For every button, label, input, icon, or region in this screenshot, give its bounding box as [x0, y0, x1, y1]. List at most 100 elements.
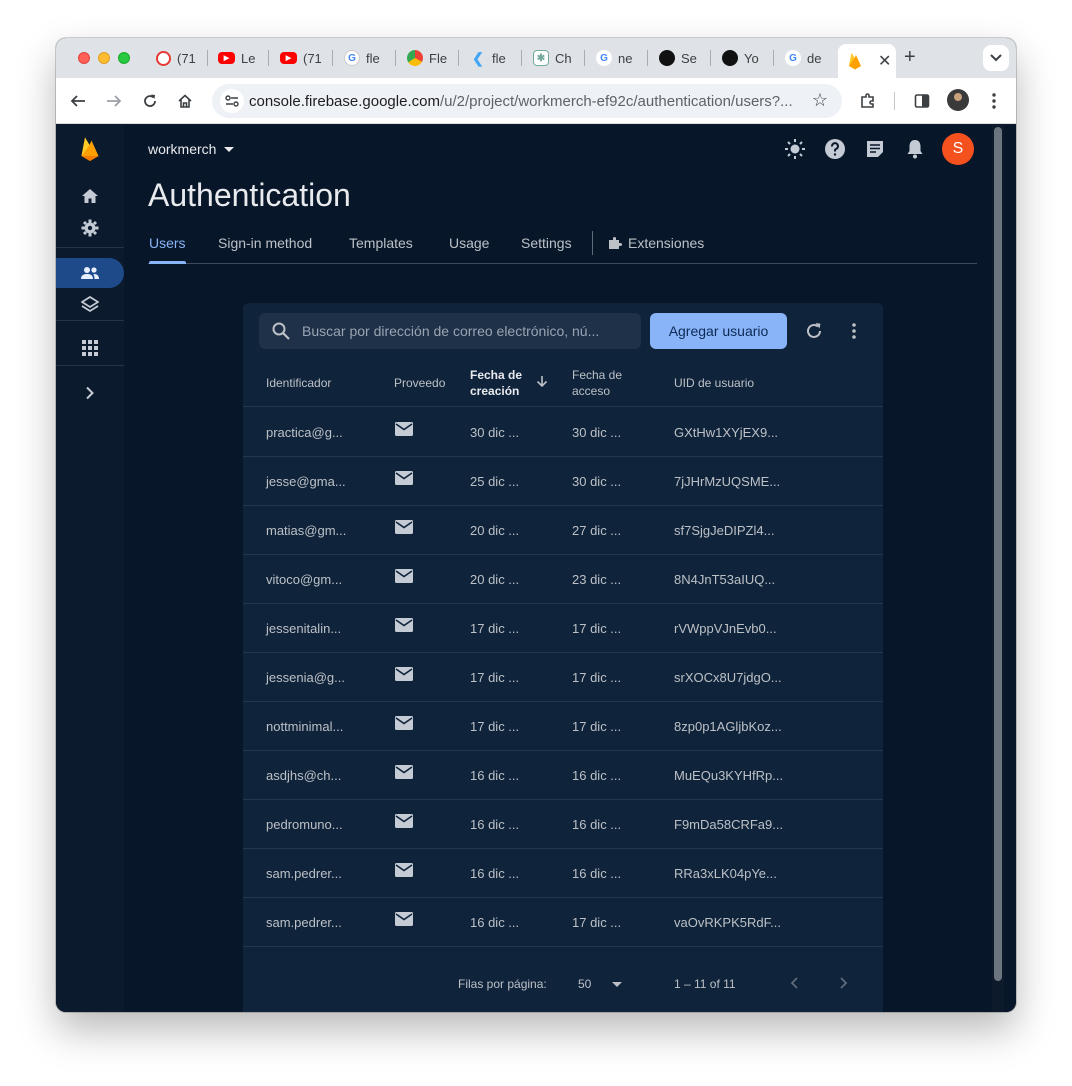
tab-settings[interactable]: Settings: [521, 235, 572, 251]
cell-uid: rVWppVJnEvb0...: [674, 621, 777, 636]
extensions-button[interactable]: [857, 90, 879, 112]
notifications-button[interactable]: [903, 137, 927, 161]
rail-settings[interactable]: [56, 214, 124, 242]
close-tab-icon[interactable]: ✕: [878, 51, 891, 71]
table-row[interactable]: jesse@gma... 25 dic ... 30 dic ... 7jJHrMzU…: [243, 457, 883, 506]
chevron-down-icon: [990, 54, 1002, 62]
browser-tab-6[interactable]: ❮ fle: [470, 46, 514, 70]
forward-button[interactable]: [103, 90, 125, 112]
tab-templates[interactable]: Templates: [349, 235, 413, 251]
table-row[interactable]: matias@gm... 20 dic ... 27 dic ... sf7SjgJe…: [243, 506, 883, 555]
dropdown-caret-icon: [224, 146, 235, 152]
sun-icon: [785, 139, 805, 159]
user-avatar[interactable]: S: [942, 133, 974, 165]
maximize-window-button[interactable]: [118, 52, 130, 64]
table-row[interactable]: nottminimal... 17 dic ... 17 dic ... 8zp0p1…: [243, 702, 883, 751]
cell-identifier: jesse@gma...: [266, 474, 346, 489]
cell-identifier: vitoco@gm...: [266, 572, 343, 587]
main-content: workmerch S Authentication Users Sign-in…: [124, 125, 1004, 1012]
cell-uid: srXOCx8U7jdgO...: [674, 670, 782, 685]
project-selector[interactable]: workmerch: [148, 141, 235, 157]
side-panel-button[interactable]: [911, 90, 933, 112]
browser-tab-9[interactable]: Se: [659, 46, 703, 70]
youtube-icon: ▶: [218, 52, 235, 64]
column-identifier[interactable]: Identificador: [266, 375, 331, 391]
search-icon: [272, 322, 290, 340]
reload-button[interactable]: [139, 90, 161, 112]
tune-icon: [225, 95, 239, 107]
table-row[interactable]: pedromuno... 16 dic ... 16 dic ... F9mDa58C…: [243, 800, 883, 849]
next-page-icon[interactable]: [835, 975, 851, 991]
firebase-logo[interactable]: [56, 135, 124, 163]
tab-search-button[interactable]: [983, 45, 1009, 71]
browser-tab-5[interactable]: Fle: [407, 46, 451, 70]
search-input[interactable]: [302, 321, 612, 341]
browser-menu-button[interactable]: [983, 90, 1005, 112]
browser-tab-2[interactable]: ▶ Le: [218, 46, 260, 70]
page-scrollbar[interactable]: [992, 125, 1004, 1012]
home-icon: [82, 189, 98, 203]
flutter-icon: ❮: [472, 49, 484, 66]
column-signed-in[interactable]: Fecha de acceso: [572, 367, 622, 399]
page-title: Authentication: [148, 177, 351, 213]
browser-tab-4[interactable]: G fle: [344, 46, 388, 70]
cell-signed-in: 30 dic ...: [572, 425, 622, 440]
auth-tabs: Users Sign-in method Templates Usage Set…: [148, 231, 977, 264]
back-button[interactable]: [67, 90, 89, 112]
column-uid[interactable]: UID de usuario: [674, 375, 754, 391]
table-row[interactable]: jessenia@g... 17 dic ... 17 dic ... srXOCx8…: [243, 653, 883, 702]
rail-home[interactable]: [56, 182, 124, 210]
email-provider-icon: [395, 912, 413, 926]
cell-signed-in: 16 dic ...: [572, 817, 622, 832]
cell-created: 25 dic ...: [470, 474, 520, 489]
rail-extensions[interactable]: [56, 291, 124, 319]
browser-tab-8[interactable]: G ne: [596, 46, 640, 70]
bookmark-star-icon[interactable]: ☆: [812, 90, 828, 111]
email-provider-icon: [395, 765, 413, 779]
add-user-button[interactable]: Agregar usuario: [650, 313, 787, 349]
active-tab-indicator: [149, 261, 186, 264]
release-notes-button[interactable]: [863, 137, 887, 161]
table-row[interactable]: jessenitalin... 17 dic ... 17 dic ... rVWpp…: [243, 604, 883, 653]
tab-users[interactable]: Users: [149, 235, 186, 251]
table-row[interactable]: vitoco@gm... 20 dic ... 23 dic ... 8N4JnT53…: [243, 555, 883, 604]
browser-tab-active[interactable]: ✕: [838, 44, 896, 78]
minimize-window-button[interactable]: [98, 52, 110, 64]
help-button[interactable]: [823, 137, 847, 161]
rail-expand[interactable]: [56, 379, 124, 407]
close-window-button[interactable]: [78, 52, 90, 64]
address-bar[interactable]: console.firebase.google.com/u/2/project/…: [212, 84, 842, 118]
more-options-button[interactable]: [840, 317, 868, 345]
cell-identifier: asdjhs@ch...: [266, 768, 342, 783]
browser-toolbar: console.firebase.google.com/u/2/project/…: [56, 78, 1016, 124]
previous-page-icon[interactable]: [787, 975, 803, 991]
dropdown-caret-icon[interactable]: [612, 982, 622, 987]
theme-toggle-button[interactable]: [783, 137, 807, 161]
browser-tab-11[interactable]: G de: [785, 46, 829, 70]
rows-per-page-select[interactable]: 50: [578, 977, 591, 991]
new-tab-button[interactable]: +: [904, 46, 916, 69]
column-provider[interactable]: Proveedo: [394, 375, 445, 391]
tab-usage[interactable]: Usage: [449, 235, 489, 251]
table-row[interactable]: asdjhs@ch... 16 dic ... 16 dic ... MuEQu3KY…: [243, 751, 883, 800]
email-provider-icon: [395, 667, 413, 681]
browser-tab-1[interactable]: (71: [156, 46, 200, 70]
tab-sign-in-method[interactable]: Sign-in method: [218, 235, 312, 251]
table-row[interactable]: practica@g... 30 dic ... 30 dic ... GXtHw1X…: [243, 408, 883, 457]
arrow-down-icon[interactable]: [536, 375, 548, 387]
browser-tab-10[interactable]: Yo: [722, 46, 766, 70]
table-row[interactable]: sam.pedrer... 16 dic ... 16 dic ... RRa3xLK…: [243, 849, 883, 898]
scrollbar-thumb[interactable]: [994, 127, 1002, 981]
cell-created: 16 dic ...: [470, 915, 520, 930]
gear-icon: [81, 219, 99, 237]
browser-tab-7[interactable]: ✱ Ch: [533, 46, 577, 70]
rail-all-products[interactable]: [56, 334, 124, 362]
tab-extensions[interactable]: Extensiones: [608, 235, 704, 251]
browser-tab-3[interactable]: ▶ (71: [280, 46, 324, 70]
site-info-button[interactable]: [220, 89, 244, 113]
refresh-button[interactable]: [800, 317, 828, 345]
profile-avatar[interactable]: [947, 89, 969, 111]
column-created[interactable]: Fecha de creación: [470, 367, 522, 399]
home-button[interactable]: [174, 90, 196, 112]
table-row[interactable]: sam.pedrer... 16 dic ... 17 dic ... vaOvRKP…: [243, 898, 883, 947]
